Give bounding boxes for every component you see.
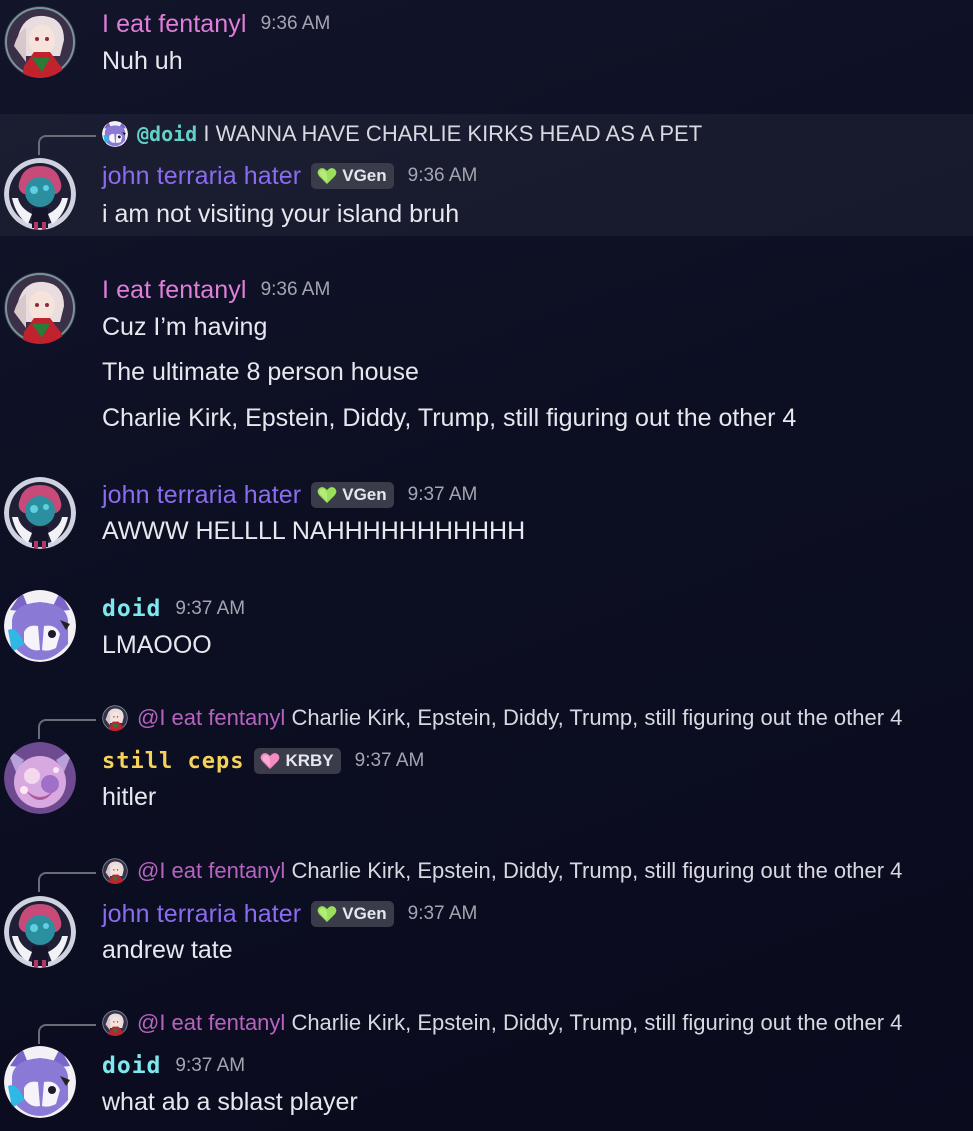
author-name[interactable]: john terraria hater [102, 162, 301, 191]
guild-tag-badge[interactable]: KRBY [254, 748, 341, 774]
message: john terraria hater VGen 9:37 AM AWWW HE… [0, 466, 973, 566]
timestamp[interactable]: 9:36 AM [261, 13, 331, 35]
message-text: Cuz I’m having [102, 313, 268, 341]
guild-tag-badge[interactable]: VGen [311, 901, 394, 927]
message-header: doid 9:37 AM [102, 594, 245, 624]
guild-tag-badge[interactable]: VGen [311, 482, 394, 508]
reply-avatar [102, 858, 128, 884]
author-name[interactable]: doid [102, 596, 161, 622]
message-text: what ab a sblast player [102, 1088, 358, 1116]
reply-spine [38, 1024, 96, 1044]
reply-text: Charlie Kirk, Epstein, Diddy, Trump, sti… [291, 705, 903, 730]
reply-avatar [102, 705, 128, 731]
reply-preview[interactable]: @doid I WANNA HAVE CHARLIE KIRKS HEAD AS… [0, 119, 973, 155]
message-header: I eat fentanyl 9:36 AM [102, 275, 330, 305]
guild-tag-badge[interactable]: VGen [311, 163, 394, 189]
avatar[interactable] [4, 590, 76, 662]
author-name[interactable]: I eat fentanyl [102, 10, 247, 39]
timestamp[interactable]: 9:37 AM [408, 484, 478, 506]
avatar[interactable] [4, 896, 76, 968]
message-header: john terraria hater VGen 9:37 AM [102, 899, 477, 929]
reply-preview[interactable]: @I eat fentanyl Charlie Kirk, Epstein, D… [0, 703, 973, 739]
author-name[interactable]: doid [102, 1053, 161, 1079]
author-name[interactable]: john terraria hater [102, 481, 301, 510]
timestamp[interactable]: 9:37 AM [355, 750, 425, 772]
green-heart-icon [317, 905, 337, 923]
reply-text: Charlie Kirk, Epstein, Diddy, Trump, sti… [291, 858, 903, 883]
avatar[interactable] [4, 272, 76, 344]
reply-mention[interactable]: @I eat fentanyl [137, 1010, 285, 1035]
message-text: i am not visiting your island bruh [102, 200, 460, 228]
reply-preview[interactable]: @I eat fentanyl Charlie Kirk, Epstein, D… [0, 1008, 973, 1044]
reply-preview[interactable]: @I eat fentanyl Charlie Kirk, Epstein, D… [0, 856, 973, 892]
guild-tag-label: KRBY [285, 751, 334, 770]
message-header: john terraria hater VGen 9:37 AM [102, 480, 477, 510]
author-name[interactable]: john terraria hater [102, 900, 301, 929]
message-text: AWWW HELLLL NAHHHHHHHHHHH [102, 517, 526, 545]
guild-tag-label: VGen [342, 485, 387, 504]
author-name[interactable]: still ceps [102, 749, 244, 774]
timestamp[interactable]: 9:37 AM [408, 903, 478, 925]
reply-avatar [102, 1010, 128, 1036]
message-text: Nuh uh [102, 47, 183, 75]
message-text: hitler [102, 783, 157, 811]
message-header: doid 9:37 AM [102, 1051, 245, 1081]
message: doid 9:37 AM LMAOOO [0, 580, 973, 680]
guild-tag-label: VGen [342, 904, 387, 923]
reply-avatar [102, 121, 128, 147]
author-name[interactable]: I eat fentanyl [102, 276, 247, 305]
reply-spine [38, 135, 96, 155]
green-heart-icon [317, 486, 337, 504]
timestamp[interactable]: 9:37 AM [175, 598, 245, 620]
message-header: still ceps KRBY 9:37 AM [102, 746, 424, 776]
message-text: The ultimate 8 person house [102, 358, 419, 386]
message: I eat fentanyl 9:36 AM Nuh uh [0, 0, 973, 110]
chat-message-list: I eat fentanyl 9:36 AM Nuh uh @doid I WA… [0, 0, 973, 1131]
message-header: I eat fentanyl 9:36 AM [102, 9, 330, 39]
avatar[interactable] [4, 6, 76, 78]
reply-text: I WANNA HAVE CHARLIE KIRKS HEAD AS A PET [203, 121, 703, 146]
timestamp[interactable]: 9:37 AM [175, 1055, 245, 1077]
message: I eat fentanyl 9:36 AM Cuz I’m having Th… [0, 262, 973, 442]
message: @I eat fentanyl Charlie Kirk, Epstein, D… [0, 700, 973, 830]
timestamp[interactable]: 9:36 AM [261, 279, 331, 301]
reply-mention[interactable]: @I eat fentanyl [137, 858, 285, 883]
message: @I eat fentanyl Charlie Kirk, Epstein, D… [0, 853, 973, 983]
message: @I eat fentanyl Charlie Kirk, Epstein, D… [0, 1005, 973, 1131]
timestamp[interactable]: 9:36 AM [408, 165, 478, 187]
avatar[interactable] [4, 1046, 76, 1118]
green-heart-icon [317, 167, 337, 185]
avatar[interactable] [4, 742, 76, 814]
reply-text: Charlie Kirk, Epstein, Diddy, Trump, sti… [291, 1010, 903, 1035]
reply-spine [38, 719, 96, 739]
reply-mention[interactable]: @I eat fentanyl [137, 705, 285, 730]
pink-heart-icon [260, 752, 280, 770]
message-text: andrew tate [102, 936, 233, 964]
message-text: Charlie Kirk, Epstein, Diddy, Trump, sti… [102, 404, 797, 432]
reply-spine [38, 872, 96, 892]
message-text: LMAOOO [102, 631, 212, 659]
message: @doid I WANNA HAVE CHARLIE KIRKS HEAD AS… [0, 114, 973, 236]
reply-mention[interactable]: @doid [137, 122, 197, 146]
avatar[interactable] [4, 158, 76, 230]
guild-tag-label: VGen [342, 166, 387, 185]
message-header: john terraria hater VGen 9:36 AM [102, 161, 477, 191]
avatar[interactable] [4, 477, 76, 549]
